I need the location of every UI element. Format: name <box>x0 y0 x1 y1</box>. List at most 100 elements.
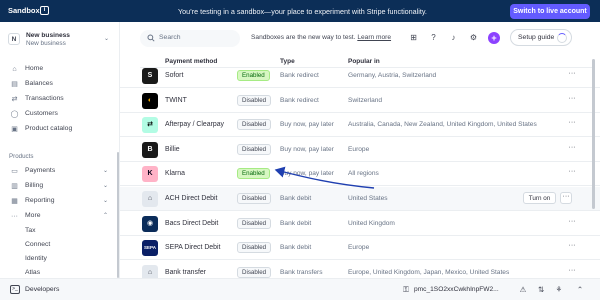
sidebar-item-label: Payments <box>25 167 56 174</box>
account-subtitle: New business <box>26 40 66 47</box>
payment-method-name: Billie <box>165 145 180 153</box>
popular-in: Australia, Canada, New Zealand, United K… <box>348 121 537 129</box>
sidebar-subitem-connect[interactable]: Connect <box>8 239 112 252</box>
sidebar-item-label: Atlas <box>25 269 41 276</box>
workflow-icon[interactable]: ⚘ <box>554 285 564 295</box>
sidebar-scrollbar[interactable] <box>117 152 119 278</box>
payment-method-logo-icon: SEPA <box>142 240 158 257</box>
more-actions-icon[interactable]: ··· <box>560 192 572 204</box>
status-badge: Disabled <box>237 266 272 278</box>
table-row[interactable]: ◉ Bacs Direct Debit Disabled Bank debit Unit… <box>120 212 600 236</box>
transactions-icon: ⇄ <box>11 96 18 103</box>
sidebar-item-product-catalog[interactable]: ▣ Product catalog <box>8 123 112 136</box>
sidebar-item-payments[interactable]: ▭ Payments ⌄ <box>8 165 112 178</box>
payment-method-logo-icon: B <box>142 141 158 158</box>
status-badge: Disabled <box>237 217 272 229</box>
top-header: Search Sandboxes are the new way to test… <box>120 22 600 55</box>
table-row[interactable]: B Billie Disabled Buy now, pay later Europe ·… <box>120 138 600 162</box>
chevron-down-icon: ⌄ <box>102 198 108 204</box>
status-badge: Disabled <box>237 119 272 131</box>
payments-icon: ▭ <box>11 168 18 175</box>
developers-label[interactable]: Developers <box>25 286 59 293</box>
gear-icon[interactable]: ⚙ <box>468 32 479 43</box>
sandbox-message: You’re testing in a sandbox—your place t… <box>178 7 427 16</box>
table-row[interactable]: S Sofort Enabled Bank redirect Germany, Aust… <box>120 64 600 88</box>
popular-in: Switzerland <box>348 96 383 104</box>
sandbox-test-message: Sandboxes are the new way to test. Learn… <box>251 34 391 41</box>
more-actions-icon[interactable]: ··· <box>566 218 578 229</box>
sidebar-subitem-tax[interactable]: Tax <box>8 225 112 238</box>
chevron-updown-icon: ⌄ <box>104 36 110 42</box>
payment-method-logo-icon: ◐ <box>142 92 158 109</box>
sidebar-item-label: Home <box>25 65 44 72</box>
sidebar-item-balances[interactable]: ▤ Balances <box>8 78 112 91</box>
sidebar-item-more[interactable]: ··· More ⌃ <box>8 210 112 223</box>
customers-icon: ◯ <box>10 111 19 118</box>
payment-method-logo-icon: S <box>142 68 158 84</box>
products-heading: Products <box>9 153 34 160</box>
popular-in: Europe, United Kingdom, Japan, Mexico, U… <box>348 268 510 276</box>
sidebar-item-label: Transactions <box>25 95 64 102</box>
table-row[interactable]: ⇄ Afterpay / Clearpay Disabled Buy now, pay… <box>120 113 600 138</box>
sidebar-item-customers[interactable]: ◯ Customers <box>8 108 112 121</box>
payment-type: Buy now, pay later <box>280 121 334 129</box>
payment-method-name: Klarna <box>165 170 185 178</box>
payment-method-logo-icon: ⇄ <box>142 117 158 134</box>
sidebar-item-label: More <box>25 212 41 219</box>
more-actions-icon[interactable]: ··· <box>566 168 578 179</box>
sidebar-subitem-identity[interactable]: Identity <box>8 253 112 266</box>
sidebar-item-label: Tax <box>25 227 36 234</box>
sort-icon[interactable]: ⇅ <box>536 285 546 295</box>
sidebar-item-label: Reporting <box>25 197 55 204</box>
payment-method-logo-icon: K <box>142 166 158 183</box>
progress-ring-icon <box>557 33 567 43</box>
info-icon[interactable]: i <box>40 6 49 15</box>
sidebar-item-label: Identity <box>25 255 47 262</box>
chevron-up-icon[interactable]: ⌃ <box>575 285 585 295</box>
payment-method-name: Sofort <box>165 72 184 79</box>
sidebar-item-transactions[interactable]: ⇄ Transactions <box>8 93 112 106</box>
more-actions-icon[interactable]: ··· <box>566 95 578 106</box>
payment-type: Bank redirect <box>280 72 319 79</box>
account-avatar: N <box>8 33 20 45</box>
message-text: Sandboxes are the new way to test. <box>251 34 356 41</box>
account-name: New business <box>26 32 70 39</box>
sidebar-item-label: Balances <box>25 80 53 87</box>
sidebar-item-reporting[interactable]: ▦ Reporting ⌄ <box>8 195 112 208</box>
payment-method-logo-icon: ⌂ <box>142 191 158 207</box>
sidebar-item-billing[interactable]: ▥ Billing ⌄ <box>8 180 112 193</box>
more-actions-icon[interactable]: ··· <box>566 267 578 278</box>
table-row[interactable]: ◐ TWINT Disabled Bank redirect Switzerland ··… <box>120 89 600 113</box>
apps-icon[interactable]: ⊞ <box>408 32 419 43</box>
learn-more-link[interactable]: Learn more <box>357 34 391 41</box>
turn-on-button[interactable]: Turn on <box>523 192 556 204</box>
table-row[interactable]: ⌂ Bank transfer Disabled Bank transfers Euro… <box>120 261 600 278</box>
key-icon[interactable]: ⚿ <box>401 285 411 295</box>
more-actions-icon[interactable]: ··· <box>566 144 578 155</box>
bell-icon[interactable]: ♪ <box>448 32 459 43</box>
payment-method-name: Bacs Direct Debit <box>165 219 219 227</box>
table-scrollbar[interactable] <box>592 59 595 209</box>
payment-method-name: SEPA Direct Debit <box>165 244 221 252</box>
sandbox-label: Sandbox <box>8 6 40 15</box>
more-actions-icon[interactable]: ··· <box>566 242 578 253</box>
pmc-id[interactable]: pmc_1SO2xxCwkhInpFW2... <box>414 286 499 293</box>
search-placeholder: Search <box>159 34 181 41</box>
table-row[interactable]: SEPA SEPA Direct Debit Disabled Bank debit E… <box>120 236 600 261</box>
payment-type: Bank debit <box>280 219 312 227</box>
plus-icon[interactable]: + <box>488 32 500 44</box>
popular-in: Europe <box>348 244 370 252</box>
warning-icon[interactable]: ⚠ <box>518 285 528 295</box>
account-switcher[interactable]: N New business New business ⌄ <box>8 31 112 53</box>
more-actions-icon[interactable]: ··· <box>566 70 578 81</box>
payment-method-name: Afterpay / Clearpay <box>165 121 224 129</box>
switch-to-live-button[interactable]: Switch to live account <box>510 4 590 19</box>
status-badge: Disabled <box>237 242 272 254</box>
sidebar-item-home[interactable]: ⌂ Home <box>8 63 112 76</box>
popular-in: Germany, Austria, Switzerland <box>348 72 437 79</box>
setup-guide-button[interactable]: Setup guide <box>510 29 572 46</box>
search-input[interactable]: Search <box>140 30 240 47</box>
help-icon[interactable]: ? <box>428 32 439 43</box>
terminal-icon[interactable]: >_ <box>10 285 20 294</box>
more-actions-icon[interactable]: ··· <box>566 119 578 130</box>
